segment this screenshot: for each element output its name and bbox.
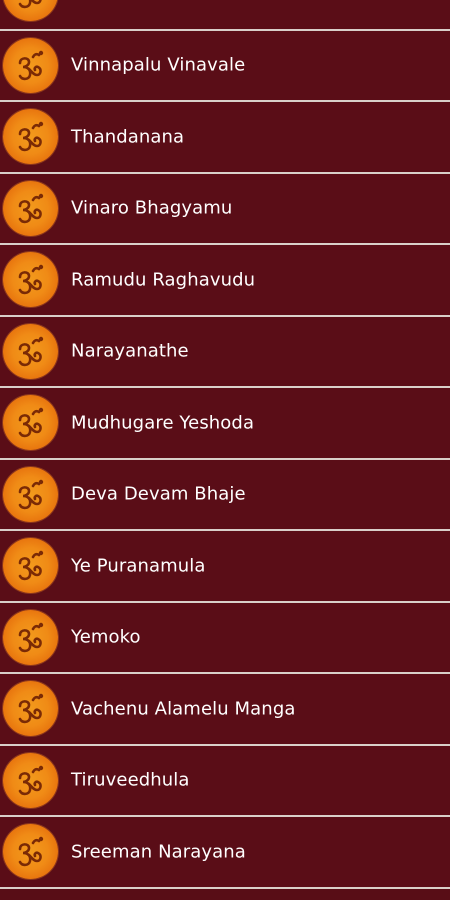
- song-list-item[interactable]: Ye Puranamula: [0, 530, 450, 602]
- om-icon: [3, 466, 58, 522]
- song-title: Mudhugare Yeshoda: [71, 412, 255, 434]
- song-list-item[interactable]: [0, 0, 450, 30]
- song-list-item[interactable]: Vinnapalu Vinavale: [0, 29, 450, 102]
- song-list-item[interactable]: Mudhugare Yeshoda: [0, 387, 450, 459]
- song-title: Thandanana: [71, 126, 185, 148]
- song-list-item[interactable]: Ramudu Raghavudu: [0, 244, 450, 316]
- om-icon: [3, 609, 58, 665]
- song-list-item[interactable]: Tiruveedhula: [0, 744, 450, 817]
- song-title: Sreeman Narayana: [71, 841, 246, 863]
- om-icon: [3, 824, 58, 880]
- song-list-item[interactable]: Vinaro Bhagyamu: [0, 172, 450, 245]
- song-title: Deva Devam Bhaje: [71, 483, 246, 505]
- om-icon: [3, 37, 58, 93]
- om-icon: [3, 681, 58, 737]
- om-icon: [3, 752, 58, 808]
- song-title: Vachenu Alamelu Manga: [71, 698, 296, 720]
- song-list-item[interactable]: Sreeman Narayana: [0, 816, 450, 888]
- song-title: Ye Puranamula: [71, 555, 206, 577]
- song-title: Vinaro Bhagyamu: [71, 197, 233, 219]
- song-list: Vinnapalu Vinavale Thandanana Vinaro Bha…: [0, 0, 450, 888]
- song-list-item[interactable]: Deva Devam Bhaje: [0, 458, 450, 531]
- song-title: Vinnapalu Vinavale: [71, 54, 246, 76]
- om-icon: [3, 180, 58, 236]
- om-icon: [3, 252, 58, 308]
- om-icon: [3, 0, 58, 22]
- song-list-item[interactable]: Narayanathe: [0, 315, 450, 388]
- song-list-item[interactable]: Vachenu Alamelu Manga: [0, 673, 450, 745]
- song-title: Ramudu Raghavudu: [71, 269, 256, 291]
- om-icon: [3, 395, 58, 451]
- om-icon: [3, 538, 58, 594]
- om-icon: [3, 323, 58, 379]
- song-list-item[interactable]: Yemoko: [0, 601, 450, 674]
- song-title: Yemoko: [71, 626, 141, 648]
- song-title: Narayanathe: [71, 340, 189, 362]
- song-list-item[interactable]: Thandanana: [0, 101, 450, 173]
- song-title: Tiruveedhula: [71, 769, 190, 791]
- om-icon: [3, 109, 58, 165]
